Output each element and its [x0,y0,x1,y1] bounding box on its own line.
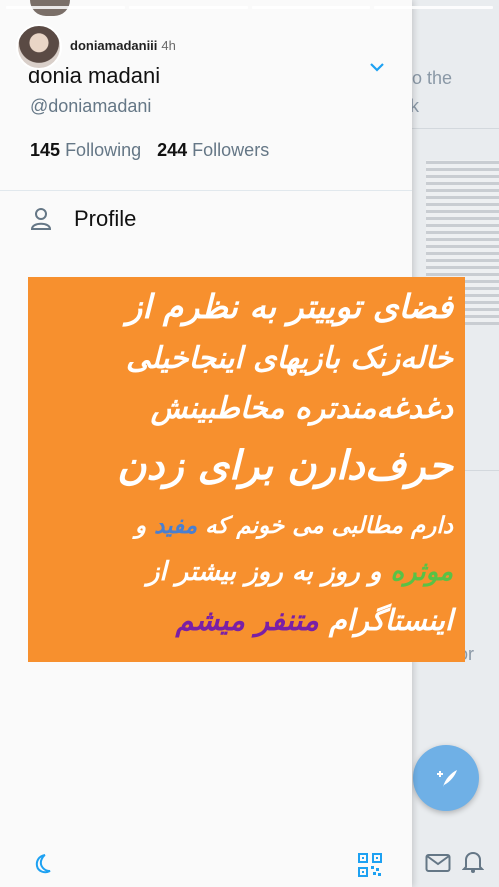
mail-icon[interactable] [425,853,451,873]
background-text: o the [412,68,453,88]
text-overlay: فضای توییتر به نظرم از خاله‌زنک بازیهای … [28,277,465,662]
overlay-line: فضای توییتر به نظرم از [126,287,453,326]
follow-stats: 145 Following 244 Followers [30,140,269,161]
progress-segment [128,6,248,9]
overlay-text: و روز به روز بیشتر از [146,557,391,587]
qr-code-icon[interactable] [357,852,383,878]
person-icon [30,208,52,230]
overlay-line: خاله‌زنک بازیهای اینجاخیلی [125,341,453,376]
overlay-line: حرف‌دارن برای زدن [117,443,453,489]
followers-label: Followers [192,140,270,160]
following-label: Following [65,140,142,160]
progress-segment [251,6,371,9]
story-time: 4h [161,38,176,53]
user-handle: @doniamadani [30,96,152,116]
progress-segment [6,6,125,9]
compose-tweet-button[interactable] [413,745,479,811]
overlay-line: موثره و روز به روز بیشتر از [34,557,453,587]
overlay-line: دارم مطالبی می خونم که مفید و [34,513,453,539]
overlay-text: و [134,513,155,539]
progress-segment [374,6,493,9]
moon-icon[interactable] [30,852,54,876]
overlay-highlight-blue: مفید [154,513,198,539]
chevron-down-icon[interactable] [368,60,386,74]
divider [0,190,412,191]
overlay-highlight-green: موثره [390,557,453,587]
story-progress [6,6,493,9]
compose-tweet-icon [437,770,457,787]
bell-icon[interactable] [462,850,484,874]
avatar[interactable] [16,24,62,70]
followers-count: 244 [157,140,188,160]
story-header: doniamadaniii 4h [70,38,176,53]
followers-link[interactable]: 244 Followers [157,140,269,160]
overlay-text: دارم مطالبی می خونم که [197,513,453,539]
menu-item-profile[interactable]: Profile [30,206,136,232]
overlay-highlight-purple: متنفر میشم [175,603,319,637]
overlay-text: اینستاگرام [318,603,453,637]
following-count: 145 [30,140,61,160]
overlay-line: اینستاگرام متنفر میشم [34,603,453,637]
background-divider [412,128,499,129]
story-username[interactable]: doniamadaniii [70,38,157,53]
following-link[interactable]: 145 Following [30,140,141,160]
menu-item-label: Profile [74,206,137,231]
overlay-line: دغدغه‌مندتره مخاطبینش [150,391,453,426]
